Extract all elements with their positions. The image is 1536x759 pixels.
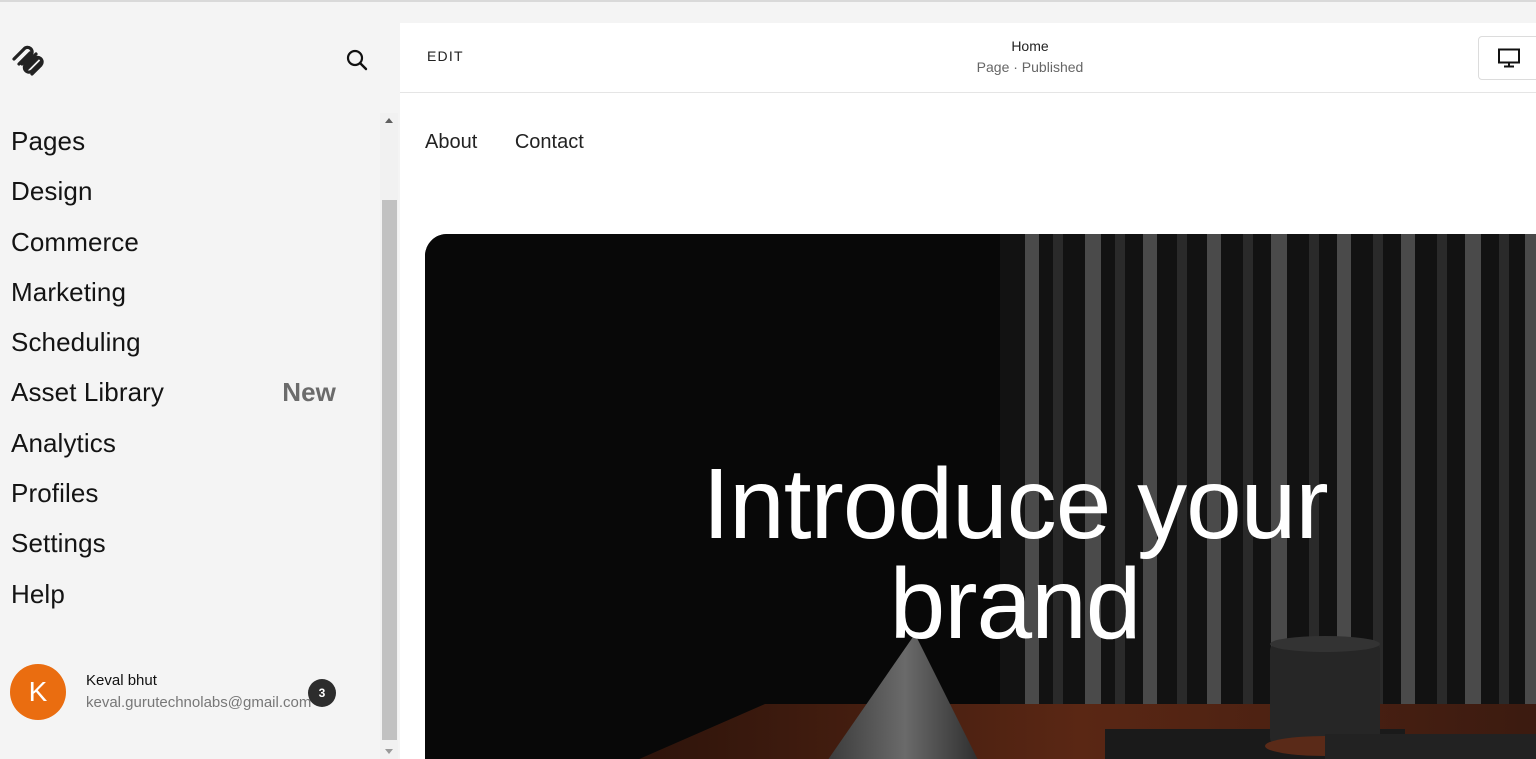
sidebar-item-label: Settings — [11, 528, 106, 559]
sidebar-item-marketing[interactable]: Marketing — [11, 272, 341, 322]
scroll-up-arrow-icon[interactable] — [385, 118, 393, 123]
site-nav-about-link[interactable]: About — [425, 131, 477, 153]
notification-count-badge[interactable]: 3 — [308, 679, 336, 707]
hero-heading-line-1: Introduce your — [702, 448, 1328, 560]
new-badge: New — [282, 377, 336, 408]
hero-heading: Introduce your brand — [645, 454, 1385, 654]
sidebar-item-design[interactable]: Design — [11, 171, 341, 221]
scroll-down-arrow-icon[interactable] — [385, 749, 393, 754]
sidebar-item-profiles[interactable]: Profiles — [11, 473, 341, 523]
sidebar-item-commerce[interactable]: Commerce — [11, 222, 341, 272]
page-editor: EDIT Home Page · Published About Contact — [400, 23, 1536, 759]
user-email: keval.gurutechnolabs@gmail.com — [86, 694, 312, 711]
sidebar: Pages Design Commerce Marketing Scheduli… — [0, 2, 380, 759]
device-preview-button[interactable] — [1478, 36, 1536, 80]
sidebar-item-scheduling[interactable]: Scheduling — [11, 322, 341, 372]
sidebar-item-label: Help — [11, 578, 65, 609]
sidebar-item-label: Profiles — [11, 478, 99, 509]
sidebar-item-asset-library[interactable]: Asset Library New — [11, 372, 341, 422]
search-icon[interactable] — [344, 47, 370, 73]
sidebar-item-settings[interactable]: Settings — [11, 523, 341, 573]
sidebar-item-label: Scheduling — [11, 327, 141, 358]
sidebar-nav: Pages Design Commerce Marketing Scheduli… — [11, 121, 341, 624]
sidebar-item-label: Asset Library — [11, 377, 165, 408]
sidebar-item-help[interactable]: Help — [11, 574, 341, 624]
user-account[interactable]: K Keval bhut keval.gurutechnolabs@gmail.… — [10, 664, 350, 724]
hero-heading-line-2: brand — [889, 548, 1142, 660]
hero-section[interactable]: Introduce your brand — [425, 234, 1536, 759]
user-name: Keval bhut — [86, 672, 157, 689]
site-nav-contact-link[interactable]: Contact — [515, 131, 584, 153]
desktop-monitor-icon — [1498, 48, 1520, 68]
sidebar-item-label: Pages — [11, 126, 86, 156]
page-title: Home — [1011, 38, 1049, 54]
page-status: Page · Published — [976, 59, 1084, 75]
sidebar-scrollbar[interactable] — [380, 113, 398, 759]
editor-toolbar: EDIT Home Page · Published — [400, 23, 1536, 93]
edit-button[interactable]: EDIT — [427, 48, 464, 64]
sidebar-item-label: Design — [11, 176, 93, 207]
squarespace-logo-icon[interactable] — [10, 42, 48, 76]
site-navigation: About Contact — [425, 131, 616, 154]
scrollbar-thumb[interactable] — [382, 200, 397, 740]
sidebar-item-label: Commerce — [11, 226, 139, 257]
sidebar-item-pages[interactable]: Pages — [11, 121, 341, 171]
sidebar-item-label: Marketing — [11, 276, 127, 307]
avatar[interactable]: K — [10, 664, 66, 720]
sidebar-item-label: Analytics — [11, 427, 116, 458]
sidebar-item-analytics[interactable]: Analytics — [11, 423, 341, 473]
